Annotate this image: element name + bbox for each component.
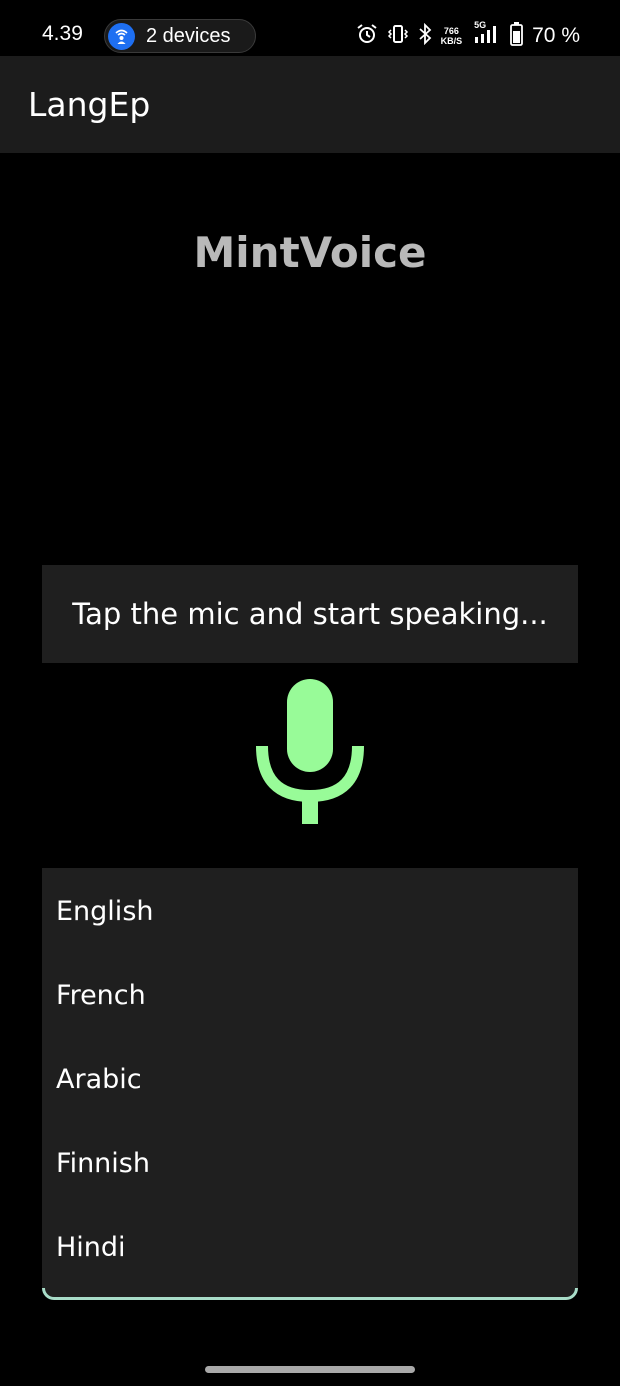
- signal-icon: 5G: [471, 20, 501, 49]
- speech-prompt-box: Tap the mic and start speaking...: [42, 565, 578, 663]
- network-speed-value: 766: [443, 26, 459, 36]
- network-speed-indicator: 766 KB/S: [441, 26, 463, 46]
- language-option-english[interactable]: English: [56, 869, 556, 953]
- battery-icon: [510, 22, 524, 50]
- speech-prompt-text: Tap the mic and start speaking...: [72, 597, 548, 631]
- language-list-items: English French Arabic Finnish Hindi: [42, 868, 578, 1288]
- language-option-finnish[interactable]: Finnish: [56, 1121, 556, 1205]
- status-icons: 766 KB/S 5G 70 %: [356, 20, 580, 51]
- microphone-button[interactable]: [250, 676, 370, 828]
- hotspot-user-icon: [108, 23, 135, 50]
- battery-percentage: 70 %: [532, 24, 580, 47]
- language-dropdown-list: English French Arabic Finnish Hindi: [42, 868, 578, 1300]
- app-bar: LangEp: [0, 56, 620, 153]
- vibrate-icon: [387, 23, 409, 49]
- language-option-hindi[interactable]: Hindi: [56, 1205, 556, 1289]
- bluetooth-icon: [418, 22, 432, 49]
- language-option-french[interactable]: French: [56, 953, 556, 1037]
- status-time: 4.39: [42, 22, 83, 45]
- home-indicator[interactable]: [205, 1366, 415, 1373]
- devices-label: 2 devices: [146, 25, 231, 47]
- network-type-label: 5G: [474, 20, 487, 30]
- network-speed-unit: KB/S: [440, 36, 463, 46]
- brand-title: MintVoice: [193, 228, 427, 277]
- connected-devices-chip[interactable]: 2 devices: [104, 19, 256, 53]
- alarm-icon: [356, 23, 378, 49]
- language-option-arabic[interactable]: Arabic: [56, 1037, 556, 1121]
- app-title: LangEp: [28, 85, 151, 124]
- microphone-icon: [256, 679, 364, 824]
